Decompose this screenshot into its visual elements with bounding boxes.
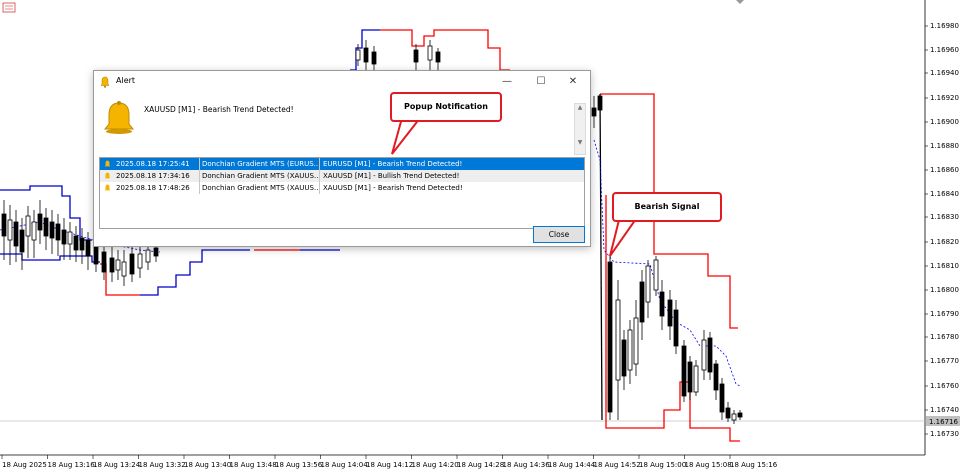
callout-pointers xyxy=(391,117,640,257)
bearish-signal-callout: Bearish Signal xyxy=(612,192,722,222)
popup-callout-pointer xyxy=(391,117,423,155)
bearish-callout-pointer xyxy=(609,215,640,257)
popup-notification-callout: Popup Notification xyxy=(390,92,502,122)
